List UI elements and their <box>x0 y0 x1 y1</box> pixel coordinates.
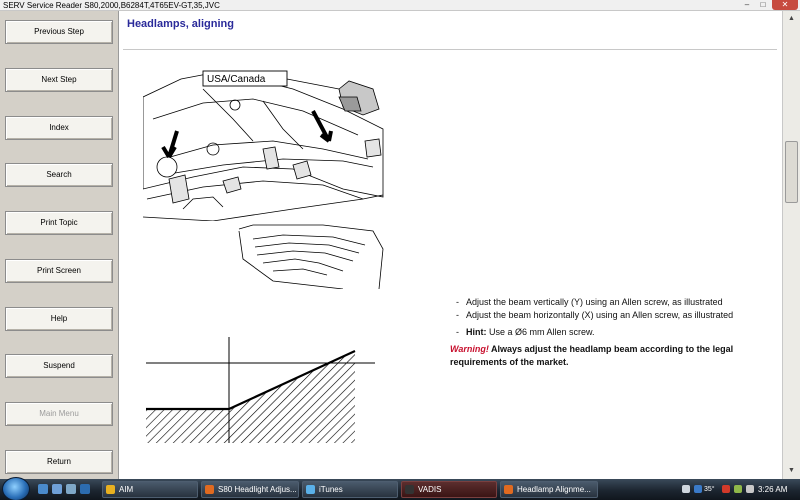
instruction-item: - Adjust the beam horizontally (X) using … <box>456 310 734 320</box>
title-bar: SERV Service Reader S80,2000,B6284T,4T65… <box>0 0 800 11</box>
security-icon[interactable] <box>722 485 730 493</box>
print-screen-button[interactable]: Print Screen <box>5 259 113 283</box>
instruction-item: - Adjust the beam vertically (Y) using an… <box>456 297 723 307</box>
instructions: - Adjust the beam vertically (Y) using an… <box>454 296 784 339</box>
volume-icon[interactable] <box>746 485 754 493</box>
arrow-left-icon <box>161 130 179 159</box>
media-player-icon[interactable] <box>80 484 90 494</box>
sidebar: Previous Step Next Step Index Search Pri… <box>0 11 118 479</box>
index-button[interactable]: Index <box>5 116 113 140</box>
hint-text: Use a Ø6 mm Allen screw. <box>489 327 595 337</box>
window-title: SERV Service Reader S80,2000,B6284T,4T65… <box>3 1 220 10</box>
task-aim[interactable]: AIM <box>102 481 198 498</box>
help-button[interactable]: Help <box>5 307 113 331</box>
firefox-icon <box>504 485 513 494</box>
clock[interactable]: 3:26 AM <box>758 479 787 500</box>
suspend-button[interactable]: Suspend <box>5 354 113 378</box>
task-headlamp-alignment[interactable]: Headlamp Alignme... <box>500 481 598 498</box>
print-topic-button[interactable]: Print Topic <box>5 211 113 235</box>
headlamp-illustration: USA/Canada <box>143 70 389 289</box>
close-button[interactable]: ✕ <box>772 0 798 10</box>
content-pane: Headlamps, aligning USA/Canada - Adjust … <box>118 11 782 479</box>
page-title: Headlamps, aligning <box>127 18 234 30</box>
main-menu-button[interactable]: Main Menu <box>5 402 113 426</box>
previous-step-button[interactable]: Previous Step <box>5 20 113 44</box>
task-itunes[interactable]: iTunes <box>302 481 398 498</box>
warning-label: Warning! <box>450 344 489 354</box>
usa-canada-label: USA/Canada <box>207 74 266 85</box>
warning-text: Always adjust the headlamp beam accordin… <box>450 344 734 367</box>
beam-pattern-diagram <box>146 337 375 443</box>
scroll-thumb[interactable] <box>785 141 798 203</box>
temperature-readout: 35° <box>704 486 715 493</box>
taskbar: AIM S80 Headlight Adjus... iTunes VADIS … <box>0 477 800 500</box>
show-desktop-icon[interactable] <box>52 484 62 494</box>
switch-windows-icon[interactable] <box>66 484 76 494</box>
vertical-scrollbar[interactable]: ▲ ▼ <box>782 11 800 479</box>
aim-icon <box>106 485 115 494</box>
scroll-down-icon[interactable]: ▼ <box>785 465 798 477</box>
vadis-icon <box>405 485 414 494</box>
start-button[interactable] <box>2 477 30 500</box>
maximize-button[interactable]: □ <box>756 0 770 10</box>
search-button[interactable]: Search <box>5 163 113 187</box>
warning-note: Warning! Always adjust the headlamp beam… <box>450 343 780 369</box>
ie-icon[interactable] <box>38 484 48 494</box>
hint-item: - Hint: Use a Ø6 mm Allen screw. <box>456 327 595 337</box>
return-button[interactable]: Return <box>5 450 113 474</box>
firefox-icon <box>205 485 214 494</box>
weather-icon[interactable] <box>694 485 702 493</box>
hint-label: Hint: <box>466 327 487 337</box>
scroll-up-icon[interactable]: ▲ <box>785 13 798 25</box>
task-vadis[interactable]: VADIS <box>401 481 497 498</box>
arrow-right-icon <box>311 110 333 143</box>
tray-arrow-icon[interactable] <box>682 485 690 493</box>
network-icon[interactable] <box>734 485 742 493</box>
minimize-button[interactable]: – <box>740 0 754 10</box>
task-s80-headlight[interactable]: S80 Headlight Adjus... <box>201 481 299 498</box>
page-header: Headlamps, aligning <box>123 14 777 50</box>
itunes-icon <box>306 485 315 494</box>
next-step-button[interactable]: Next Step <box>5 68 113 92</box>
